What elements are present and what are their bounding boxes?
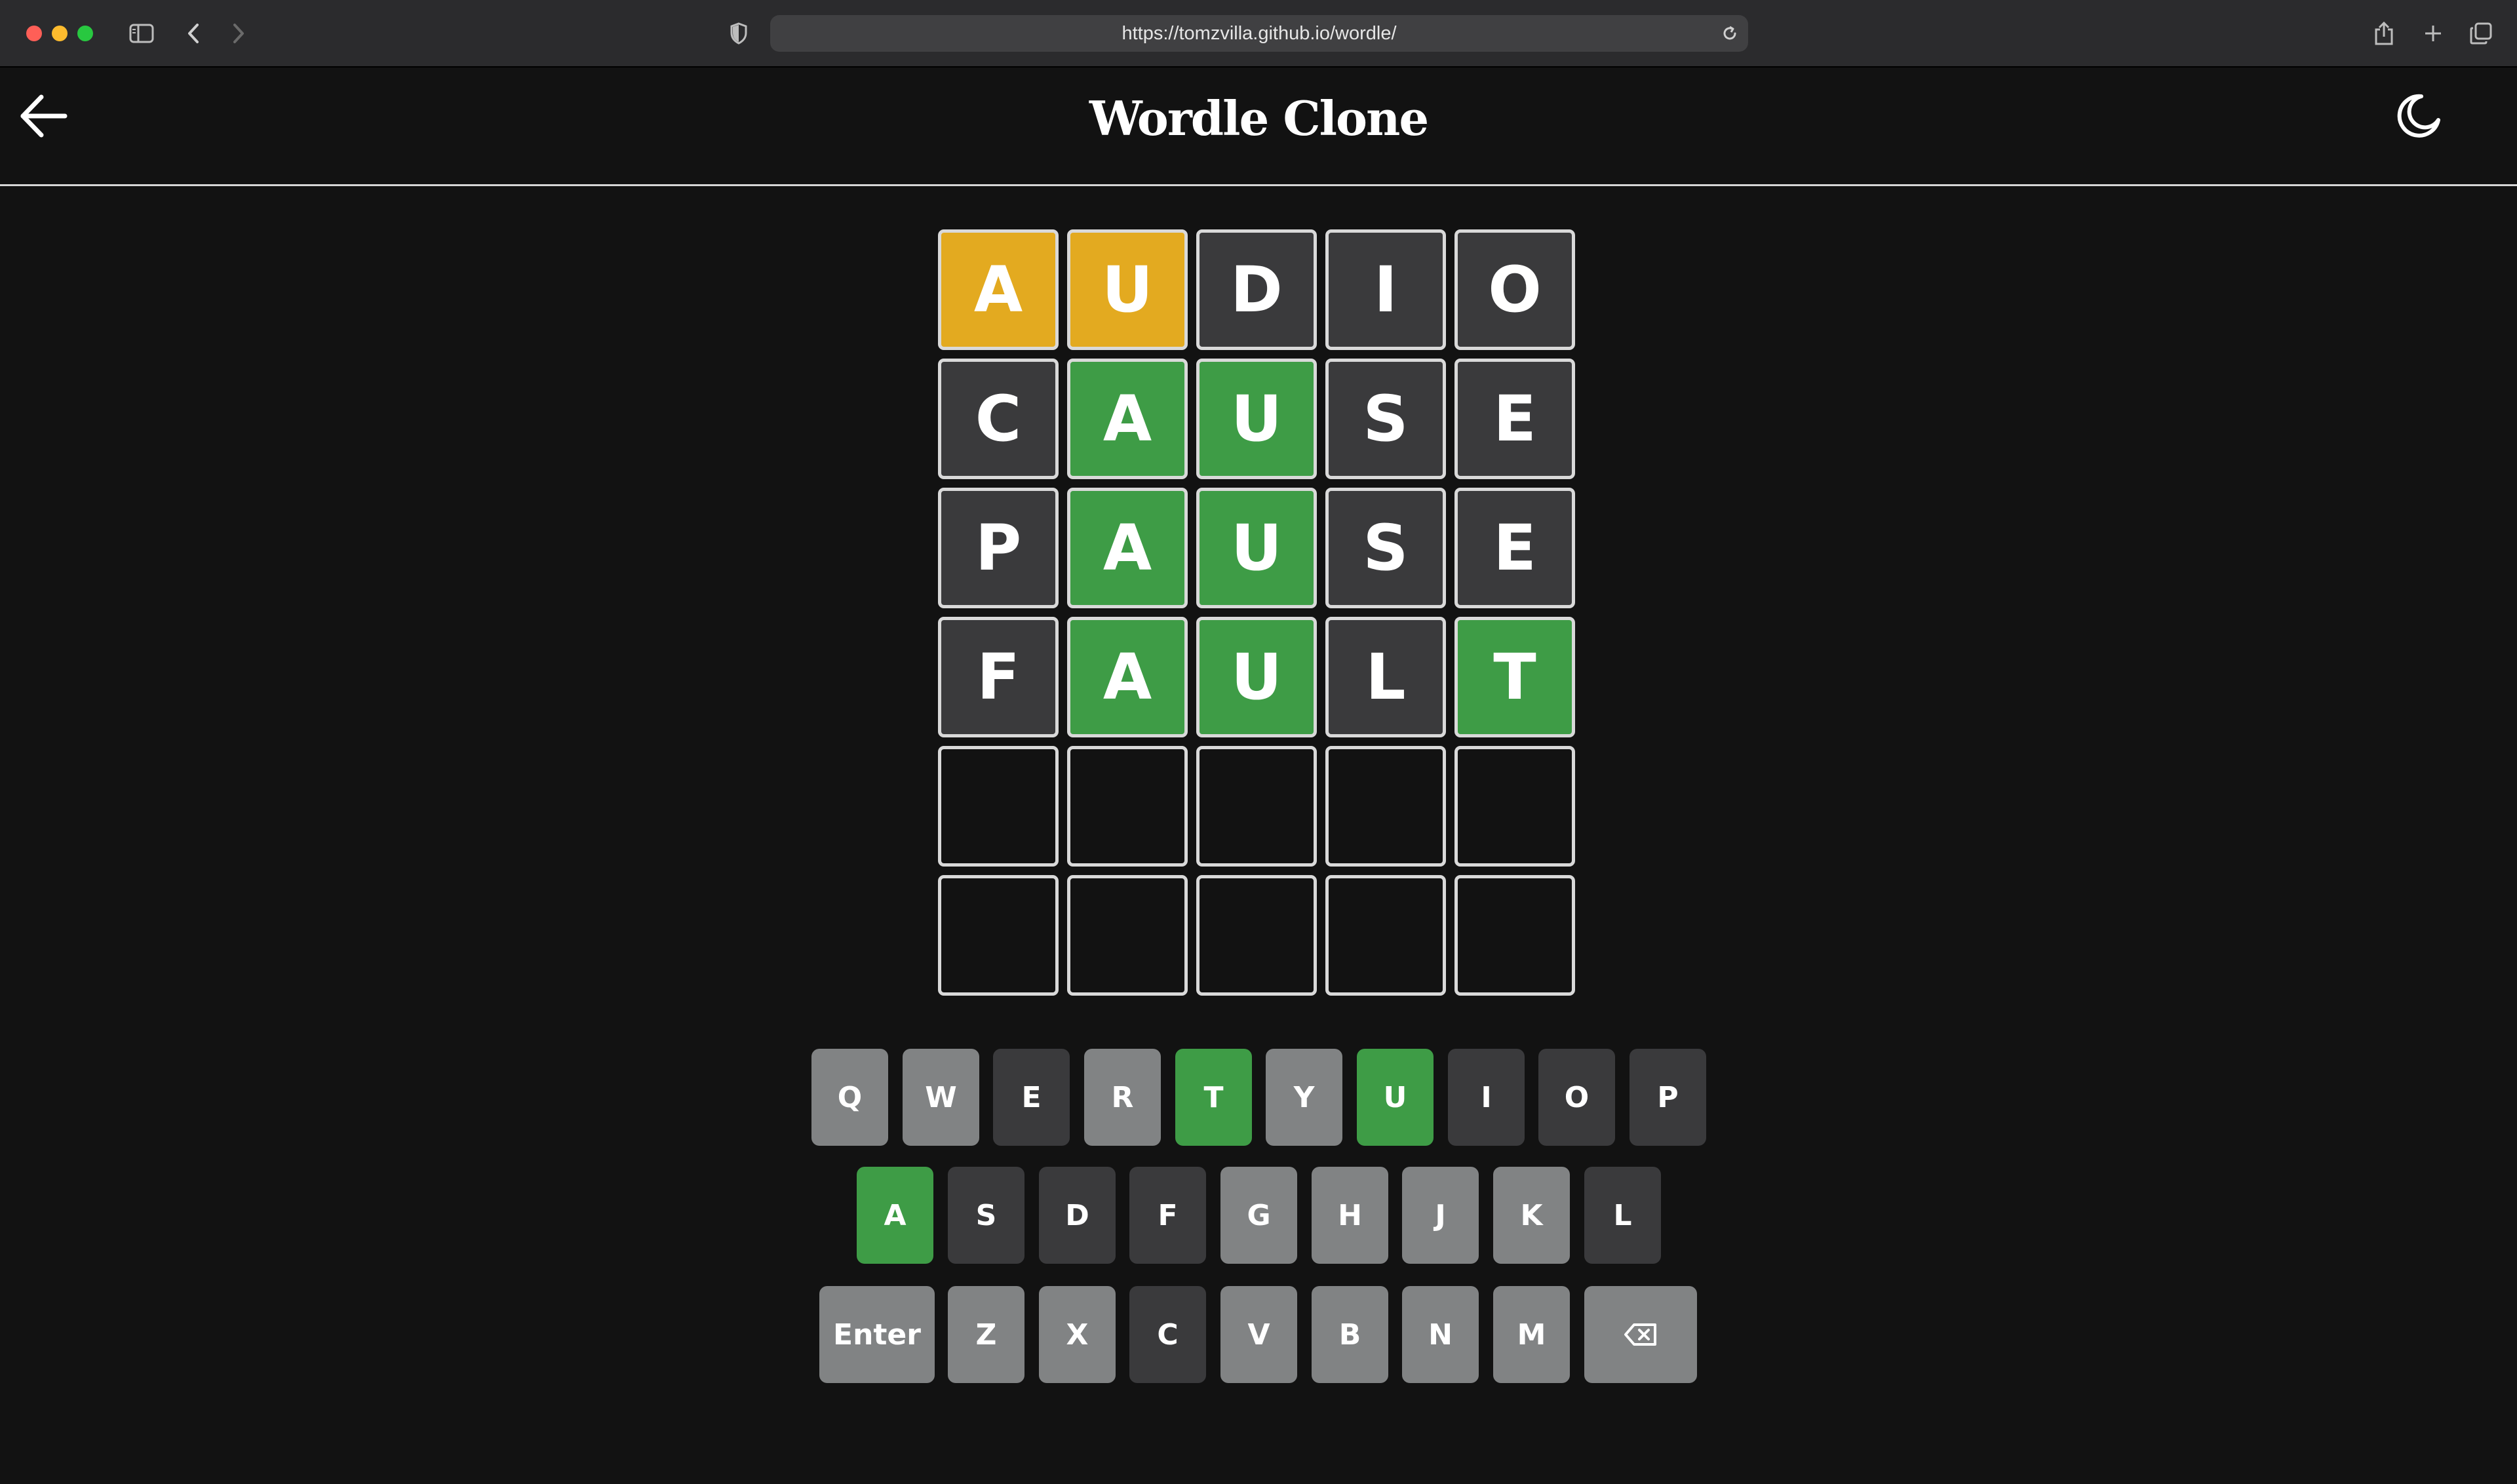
board-tile: S bbox=[1325, 488, 1446, 608]
board-tile bbox=[938, 746, 1059, 867]
board-tile bbox=[1325, 875, 1446, 996]
board-tile: U bbox=[1067, 229, 1188, 350]
board-tile bbox=[1196, 746, 1317, 867]
board-tile bbox=[938, 875, 1059, 996]
page-title: Wordle Clone bbox=[1089, 90, 1429, 146]
board-tile: P bbox=[938, 488, 1059, 608]
browser-toolbar: https://tomzvilla.github.io/wordle/ bbox=[0, 0, 2517, 68]
tab-overview-icon[interactable] bbox=[2467, 18, 2495, 49]
game-board: AUDIOCAUSEPAUSEFAULT bbox=[938, 229, 1575, 996]
key-o[interactable]: O bbox=[1538, 1049, 1615, 1146]
board-tile: T bbox=[1454, 617, 1575, 737]
board-tile: A bbox=[938, 229, 1059, 350]
board-tile bbox=[1454, 746, 1575, 867]
key-h[interactable]: H bbox=[1312, 1167, 1388, 1264]
key-f[interactable]: F bbox=[1129, 1167, 1206, 1264]
key-c[interactable]: C bbox=[1129, 1286, 1206, 1383]
key-t[interactable]: T bbox=[1175, 1049, 1252, 1146]
key-g[interactable]: G bbox=[1220, 1167, 1297, 1264]
key-w[interactable]: W bbox=[903, 1049, 979, 1146]
board-tile: L bbox=[1325, 617, 1446, 737]
board-tile: D bbox=[1196, 229, 1317, 350]
board-tile: C bbox=[938, 359, 1059, 479]
board-tile: U bbox=[1196, 617, 1317, 737]
board-tile: A bbox=[1067, 488, 1188, 608]
zoom-window-button[interactable] bbox=[77, 26, 93, 41]
key-i[interactable]: I bbox=[1448, 1049, 1525, 1146]
backspace-icon bbox=[1624, 1323, 1656, 1346]
key-z[interactable]: Z bbox=[948, 1286, 1024, 1383]
keyboard-row1: QWERTYUIOP bbox=[0, 1049, 2517, 1146]
board-tile: A bbox=[1067, 359, 1188, 479]
board-tile bbox=[1067, 875, 1188, 996]
key-y[interactable]: Y bbox=[1266, 1049, 1342, 1146]
board-tile: O bbox=[1454, 229, 1575, 350]
key-k[interactable]: K bbox=[1493, 1167, 1570, 1264]
reload-icon[interactable] bbox=[1719, 18, 1741, 49]
board-tile bbox=[1196, 875, 1317, 996]
key-p[interactable]: P bbox=[1629, 1049, 1706, 1146]
key-j[interactable]: J bbox=[1402, 1167, 1479, 1264]
key-m[interactable]: M bbox=[1493, 1286, 1570, 1383]
close-window-button[interactable] bbox=[26, 26, 42, 41]
board-tile: F bbox=[938, 617, 1059, 737]
board-tile: A bbox=[1067, 617, 1188, 737]
board-tile: U bbox=[1196, 359, 1317, 479]
app-header: Wordle Clone bbox=[0, 68, 2517, 186]
back-navigation-icon[interactable] bbox=[182, 18, 205, 49]
board-tile bbox=[1067, 746, 1188, 867]
url-text: https://tomzvilla.github.io/wordle/ bbox=[1122, 22, 1397, 44]
key-u[interactable]: U bbox=[1357, 1049, 1434, 1146]
key-e[interactable]: E bbox=[993, 1049, 1070, 1146]
new-tab-icon[interactable] bbox=[2420, 18, 2446, 49]
key-v[interactable]: V bbox=[1220, 1286, 1297, 1383]
forward-navigation-icon[interactable] bbox=[227, 18, 250, 49]
backspace-key[interactable] bbox=[1584, 1286, 1697, 1383]
key-n[interactable]: N bbox=[1402, 1286, 1479, 1383]
enter-key[interactable]: Enter bbox=[819, 1286, 935, 1383]
dark-mode-toggle-icon[interactable] bbox=[2392, 90, 2445, 142]
key-r[interactable]: R bbox=[1084, 1049, 1161, 1146]
sidebar-toggle-icon[interactable] bbox=[127, 18, 157, 49]
key-l[interactable]: L bbox=[1584, 1167, 1661, 1264]
key-d[interactable]: D bbox=[1039, 1167, 1116, 1264]
key-q[interactable]: Q bbox=[811, 1049, 888, 1146]
key-a[interactable]: A bbox=[857, 1167, 933, 1264]
address-bar[interactable]: https://tomzvilla.github.io/wordle/ bbox=[770, 15, 1748, 52]
board-tile: U bbox=[1196, 488, 1317, 608]
board-tile: S bbox=[1325, 359, 1446, 479]
minimize-window-button[interactable] bbox=[52, 26, 68, 41]
board-tile: E bbox=[1454, 359, 1575, 479]
share-icon[interactable] bbox=[2371, 18, 2397, 49]
key-x[interactable]: X bbox=[1039, 1286, 1116, 1383]
keyboard-row3: Enter Z X C V B N M bbox=[0, 1286, 2517, 1383]
board-tile bbox=[1325, 746, 1446, 867]
key-s[interactable]: S bbox=[948, 1167, 1024, 1264]
privacy-shield-icon[interactable] bbox=[728, 18, 750, 49]
board-tile: I bbox=[1325, 229, 1446, 350]
key-b[interactable]: B bbox=[1312, 1286, 1388, 1383]
board-tile: E bbox=[1454, 488, 1575, 608]
keyboard-row2: ASDFGHJKL bbox=[0, 1167, 2517, 1264]
board-tile bbox=[1454, 875, 1575, 996]
